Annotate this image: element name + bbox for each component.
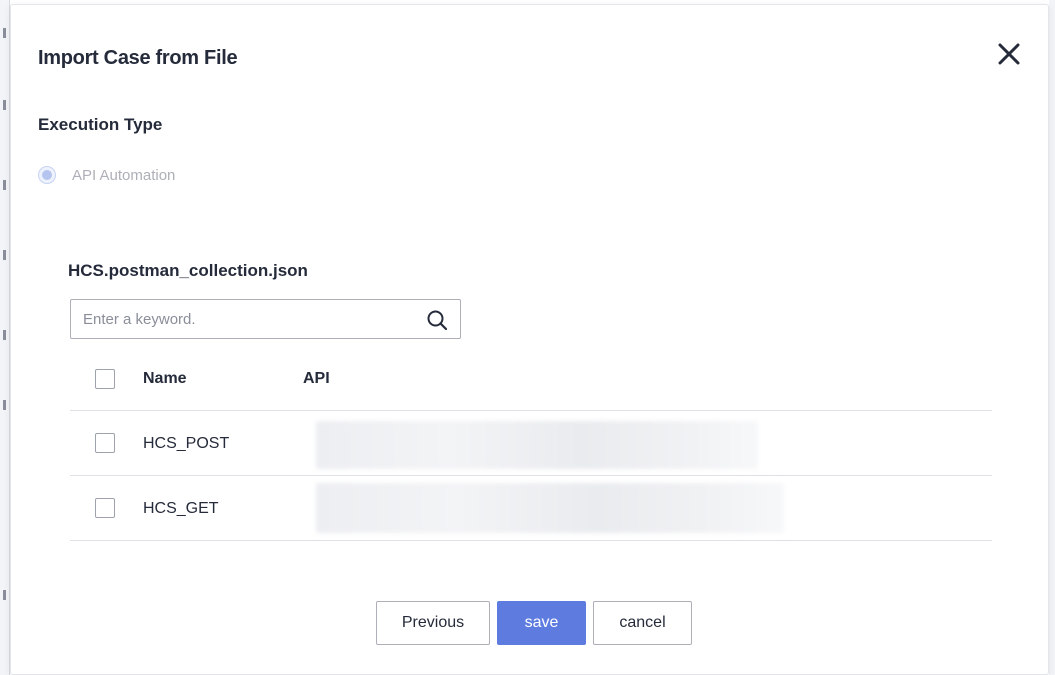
row-checkbox[interactable] xyxy=(95,433,115,453)
table-row: HCS_POST xyxy=(70,411,992,476)
select-all-checkbox[interactable] xyxy=(95,369,115,389)
search-input[interactable] xyxy=(71,300,411,338)
background-page-edge-right xyxy=(1049,0,1055,675)
column-header-name: Name xyxy=(143,370,187,387)
save-button[interactable]: save xyxy=(497,601,586,645)
search-icon[interactable] xyxy=(426,309,448,331)
file-name: HCS.postman_collection.json xyxy=(68,261,308,280)
api-value-redacted xyxy=(316,421,758,469)
close-button[interactable] xyxy=(996,41,1022,67)
close-icon xyxy=(998,43,1020,65)
radio-label: API Automation xyxy=(72,166,176,184)
import-case-dialog: Import Case from File Execution Type API… xyxy=(10,4,1049,675)
api-value-redacted xyxy=(316,483,784,533)
execution-type-label: Execution Type xyxy=(38,115,163,134)
api-table: Name API HCS_POST HCS_GET xyxy=(70,347,992,541)
previous-button[interactable]: Previous xyxy=(376,601,490,645)
column-header-api: API xyxy=(303,370,330,387)
background-page-edge xyxy=(0,0,10,675)
row-name: HCS_POST xyxy=(143,435,230,452)
table-row: HCS_GET xyxy=(70,476,992,541)
dialog-title: Import Case from File xyxy=(38,47,238,69)
row-name: HCS_GET xyxy=(143,500,219,517)
radio-selected-icon xyxy=(38,166,56,184)
radio-api-automation[interactable]: API Automation xyxy=(38,166,175,184)
row-checkbox[interactable] xyxy=(95,498,115,518)
search-box xyxy=(70,299,461,339)
cancel-button[interactable]: cancel xyxy=(593,601,692,645)
table-header-row: Name API xyxy=(70,347,992,411)
